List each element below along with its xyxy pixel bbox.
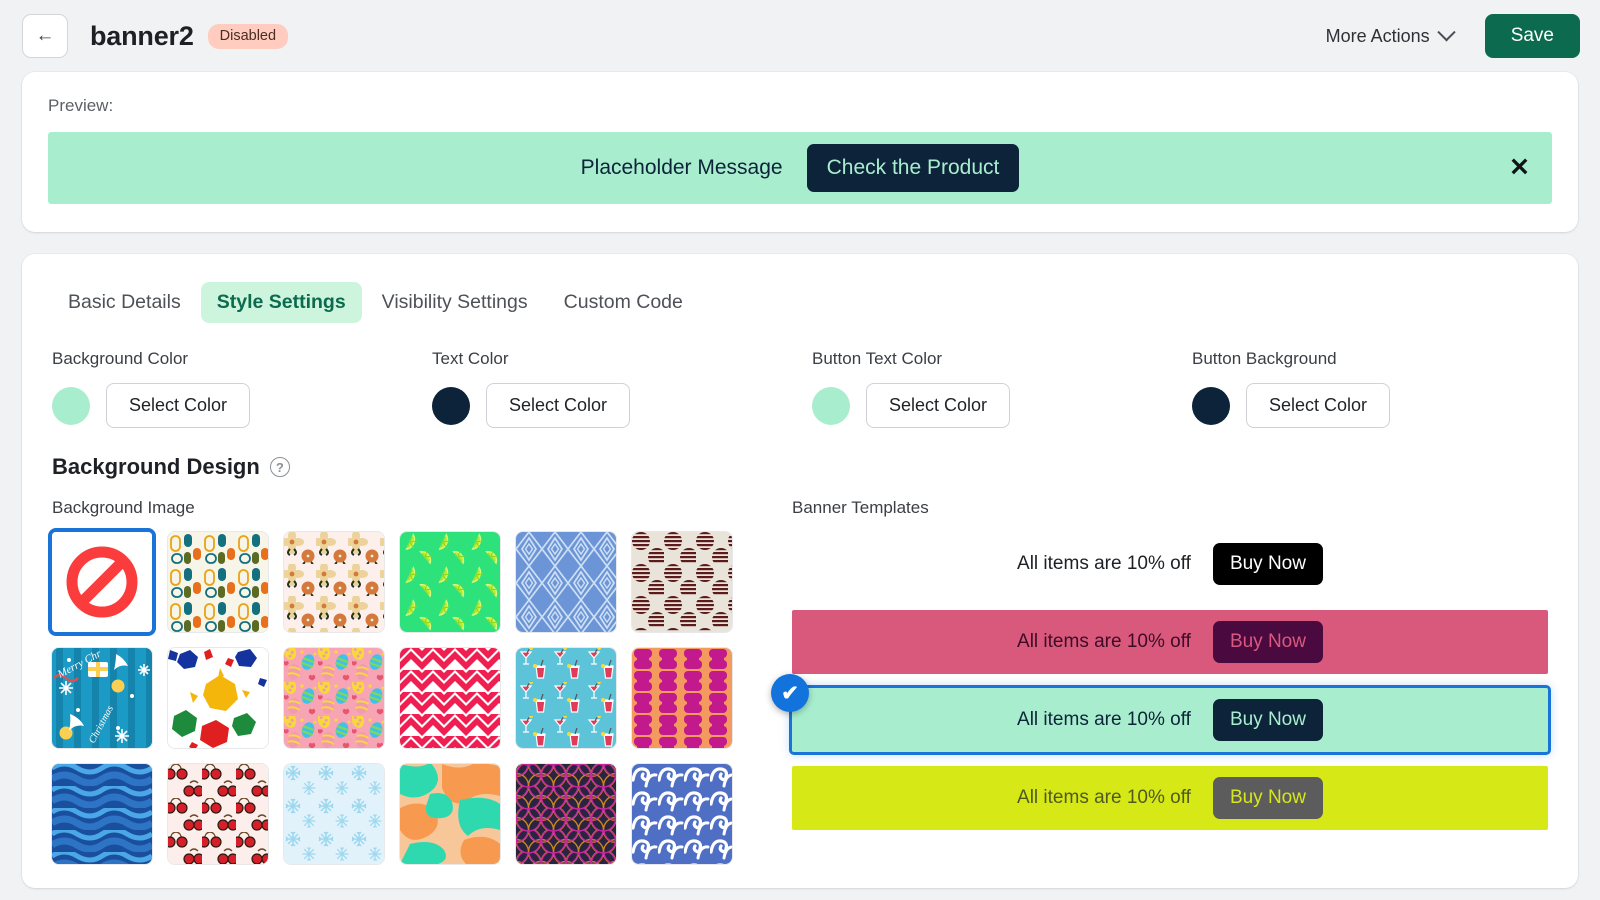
banner-template-1[interactable]: All items are 10% off Buy Now	[792, 610, 1548, 674]
background-swatch-blue-waves[interactable]	[52, 764, 152, 864]
more-actions-button[interactable]: More Actions	[1320, 18, 1459, 55]
banner-templates-list: All items are 10% off Buy Now All items ar…	[771, 532, 1551, 830]
background-swatch-snowflakes[interactable]	[284, 764, 384, 864]
select-color-button[interactable]: Select Color	[1246, 383, 1391, 428]
color-label: Background Color	[52, 349, 189, 368]
banner-template-button[interactable]: Buy Now	[1212, 777, 1323, 819]
color-control: Select Color	[432, 383, 812, 428]
banner-template-message: All items are 10% off	[1017, 787, 1191, 808]
banner-template-3[interactable]: All items are 10% off Buy Now	[792, 766, 1548, 830]
banner-templates-label: Banner Templates	[792, 498, 929, 517]
tab-visibility-settings[interactable]: Visibility Settings	[366, 282, 544, 323]
settings-card: Basic Details Style Settings Visibility Se…	[22, 254, 1578, 888]
settings-tabs: Basic Details Style Settings Visibility Se…	[52, 282, 1548, 323]
banner-template-button[interactable]: Buy Now	[1212, 543, 1323, 585]
help-circle-icon[interactable]: ?	[269, 457, 290, 477]
background-swatch-art-deco-scales[interactable]	[516, 764, 616, 864]
select-color-button[interactable]: Select Color	[106, 383, 251, 428]
color-group-text-color: Text Color Select Color	[432, 349, 812, 428]
preview-label: Preview:	[48, 96, 114, 115]
background-design-header: Background Design ?	[52, 454, 1548, 480]
background-swatch-cocktails[interactable]	[516, 648, 616, 748]
background-design-title: Background Design	[52, 454, 260, 479]
color-group-button-background: Button Background Select Color	[1192, 349, 1391, 428]
color-label: Text Color	[432, 349, 509, 368]
color-control: Select Color	[52, 383, 432, 428]
color-swatch-dot[interactable]	[1192, 386, 1230, 425]
background-swatch-lime-slices[interactable]	[400, 532, 500, 632]
background-swatch-no-image[interactable]	[52, 532, 152, 632]
chevron-down-icon	[1436, 22, 1456, 41]
back-button[interactable]: ←	[22, 14, 68, 58]
color-swatch-dot[interactable]	[432, 386, 470, 425]
banner-template-0[interactable]: All items are 10% off Buy Now	[792, 532, 1548, 596]
background-image-column: Background Image Merry Chr Christmas	[52, 498, 752, 864]
tab-basic-details[interactable]: Basic Details	[52, 282, 197, 323]
background-swatch-blue-diamonds[interactable]	[516, 532, 616, 632]
banner-template-message: All items are 10% off	[1017, 553, 1191, 574]
color-label: Button Background	[1192, 349, 1337, 368]
background-swatch-camouflage[interactable]	[400, 764, 500, 864]
background-swatch-merry-christmas[interactable]: Merry Chr Christmas	[52, 648, 152, 748]
save-button[interactable]: Save	[1484, 14, 1580, 58]
select-color-button[interactable]: Select Color	[866, 383, 1011, 428]
color-settings-row: Background Color Select Color Text Color Se…	[52, 349, 1548, 428]
banner-template-message: All items are 10% off	[1017, 631, 1191, 652]
color-swatch-dot[interactable]	[812, 386, 850, 425]
background-swatch-ocean-waves[interactable]	[632, 764, 732, 864]
background-image-grid: Merry Chr Christmas	[52, 532, 752, 864]
banner-template-2[interactable]: ✔ All items are 10% off Buy Now	[771, 674, 1551, 755]
page-title: banner2	[90, 20, 194, 51]
color-swatch-dot[interactable]	[52, 386, 90, 425]
close-icon[interactable]: ✕	[1509, 155, 1530, 181]
color-control: Select Color	[812, 383, 1192, 428]
top-bar: ← banner2 Disabled More Actions Save	[0, 0, 1600, 72]
banner-template-message: All items are 10% off	[1017, 709, 1191, 730]
banner-templates-column: Banner Templates All items are 10% off Bu…	[771, 498, 1551, 864]
preview-card: Preview: Placeholder Message Check the P…	[22, 72, 1578, 232]
background-swatch-striped-circles[interactable]	[632, 532, 732, 632]
background-swatch-easter-eggs[interactable]	[284, 648, 384, 748]
preview-banner: Placeholder Message Check the Product ✕	[48, 132, 1552, 204]
preview-cta-button[interactable]: Check the Product	[806, 144, 1020, 192]
banner-template-button[interactable]: Buy Now	[1212, 621, 1323, 663]
color-group-background-color: Background Color Select Color	[52, 349, 432, 428]
status-badge: Disabled	[207, 23, 289, 49]
tab-style-settings[interactable]: Style Settings	[200, 282, 362, 323]
banner-template-button[interactable]: Buy Now	[1212, 699, 1323, 741]
background-swatch-cherries[interactable]	[168, 764, 268, 864]
background-image-label: Background Image	[52, 498, 195, 517]
color-group-button-text-color: Button Text Color Select Color	[812, 349, 1192, 428]
background-swatch-pink-chevron[interactable]	[400, 648, 500, 748]
background-swatch-retro-flowers[interactable]	[284, 532, 384, 632]
arrow-left-icon: ←	[35, 25, 55, 46]
select-color-button[interactable]: Select Color	[486, 383, 631, 428]
tab-custom-code[interactable]: Custom Code	[548, 282, 699, 323]
background-swatch-magenta-blocks[interactable]	[632, 648, 732, 748]
background-swatch-abstract-shapes[interactable]	[168, 532, 268, 632]
more-actions-label: More Actions	[1325, 25, 1430, 46]
color-control: Select Color	[1192, 383, 1391, 428]
background-swatch-paint-splatter[interactable]	[168, 648, 268, 748]
preview-message: Placeholder Message	[580, 156, 783, 179]
design-columns: Background Image Merry Chr Christmas Bann…	[52, 498, 1551, 864]
color-label: Button Text Color	[812, 349, 943, 368]
check-circle-icon: ✔	[771, 674, 809, 712]
